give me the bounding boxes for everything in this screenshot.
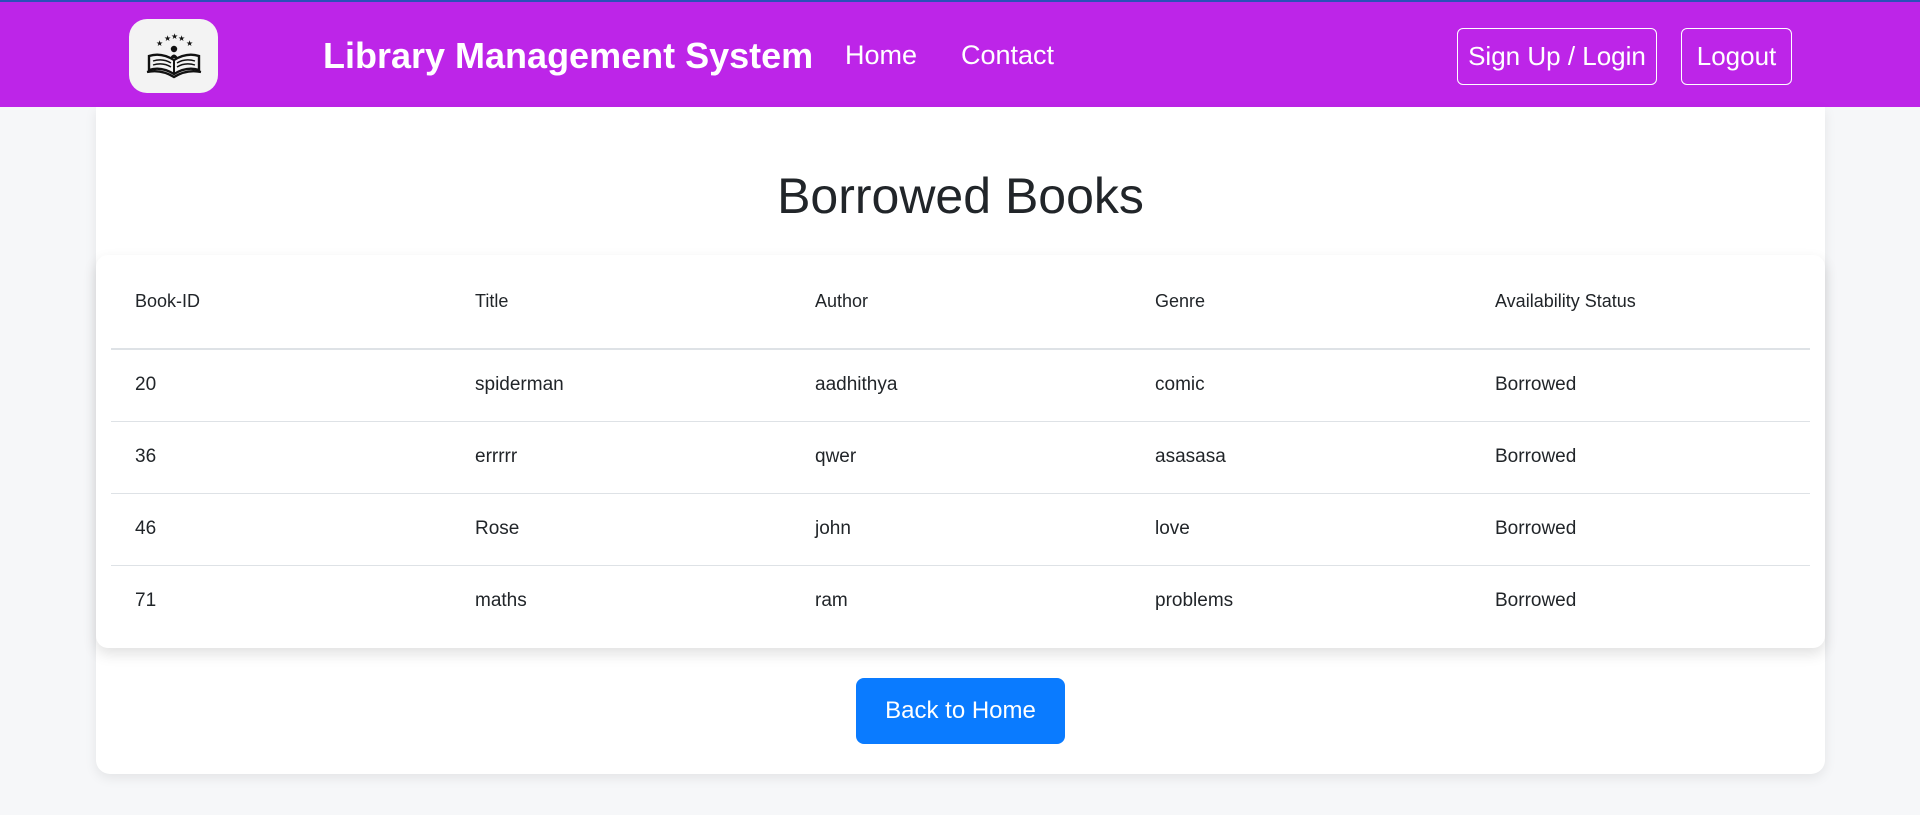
cell-availability-status: Borrowed	[1471, 493, 1810, 566]
borrowed-books-table: Book-ID Title Author Genre Availability …	[111, 255, 1810, 637]
svg-text:★: ★	[178, 34, 185, 43]
content-card: Borrowed Books Book-ID Title Author Genr…	[96, 107, 1825, 774]
open-book-icon: ★ ★ ★ ★ ★	[146, 32, 201, 79]
cell-title: errrrr	[451, 421, 791, 494]
svg-text:★: ★	[186, 39, 193, 48]
cell-genre: comic	[1131, 349, 1471, 422]
cell-genre: asasasa	[1131, 421, 1471, 494]
svg-text:★: ★	[156, 39, 163, 48]
cell-genre: problems	[1155, 590, 1234, 612]
cell-book-id: 36	[111, 421, 451, 494]
cell-genre: love	[1131, 493, 1471, 566]
cell-availability-status: Borrowed	[1495, 590, 1577, 612]
cell-author: aadhithya	[791, 349, 1131, 422]
cell-author: qwer	[791, 421, 1131, 494]
page-title: Borrowed Books	[777, 168, 1144, 224]
nav-link-home[interactable]: Home	[845, 40, 917, 71]
navbar: ★ ★ ★ ★ ★ Library Management System Home…	[0, 2, 1920, 107]
borrowed-books-table-container: Book-ID Title Author Genre Availability …	[96, 255, 1825, 648]
column-header-author: Author	[791, 255, 1131, 350]
column-header-genre: Genre	[1131, 255, 1471, 350]
column-header-availability-status: Availability Status	[1471, 255, 1810, 350]
logout-button[interactable]: Logout	[1681, 28, 1792, 85]
cell-author: ram	[815, 590, 848, 612]
table-row: 36 errrrr qwer asasasa Borrowed	[111, 421, 1810, 494]
column-header-title: Title	[451, 255, 791, 350]
cell-title: maths	[475, 590, 527, 612]
table-row: 46 Rose john love Borrowed	[111, 493, 1810, 566]
cell-book-id: 20	[111, 349, 451, 422]
signup-login-button[interactable]: Sign Up / Login	[1457, 28, 1657, 85]
back-to-home-button[interactable]: Back to Home	[856, 678, 1065, 744]
column-header-book-id: Book-ID	[111, 255, 451, 350]
cell-availability-status: Borrowed	[1471, 349, 1810, 422]
cell-availability-status: Borrowed	[1471, 421, 1810, 494]
cell-book-id: 71	[135, 590, 157, 612]
library-logo[interactable]: ★ ★ ★ ★ ★	[129, 19, 218, 93]
table-row: 71 maths ram problems Borrowed	[111, 565, 1810, 637]
cell-title: spiderman	[451, 349, 791, 422]
nav-link-contact[interactable]: Contact	[961, 40, 1054, 71]
site-brand-title[interactable]: Library Management System	[323, 35, 813, 77]
table-header-row: Book-ID Title Author Genre Availability …	[111, 255, 1810, 350]
cell-author: john	[791, 493, 1131, 566]
table-row: 20 spiderman aadhithya comic Borrowed	[111, 349, 1810, 422]
cell-title: Rose	[451, 493, 791, 566]
cell-book-id: 46	[111, 493, 451, 566]
